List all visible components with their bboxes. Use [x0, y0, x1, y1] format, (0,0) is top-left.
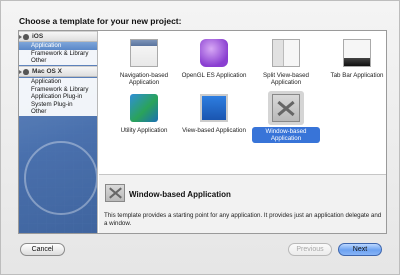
category-sidebar: iOS Application Framework & Library Othe… [19, 31, 98, 233]
window-icon [105, 184, 125, 202]
category-item-mac-other[interactable]: Other [19, 108, 97, 116]
template-label: Utility Application [120, 127, 168, 134]
section-label: iOS [32, 33, 44, 40]
category-item-ios-framework[interactable]: Framework & Library [19, 50, 97, 58]
section-label: Mac OS X [32, 68, 62, 75]
template-label: View-based Application [182, 127, 246, 134]
next-button[interactable]: Next [338, 243, 382, 256]
macos-category-list: Application Framework & Library Applicat… [19, 78, 97, 116]
split-view-icon [272, 39, 300, 67]
template-label: OpenGL ES Application [181, 72, 247, 79]
cancel-button[interactable]: Cancel [20, 243, 65, 256]
section-header-ios[interactable]: iOS [19, 31, 97, 42]
disclosure-triangle-icon[interactable] [19, 70, 22, 74]
category-item-mac-app-plugin[interactable]: Application Plug-in [19, 93, 97, 101]
window-icon [272, 94, 300, 122]
description-text: This template provides a starting point … [104, 212, 382, 227]
ios-category-list: Application Framework & Library Other [19, 42, 97, 65]
apple-icon [23, 34, 29, 40]
previous-button[interactable]: Previous [288, 243, 332, 256]
category-item-mac-framework[interactable]: Framework & Library [19, 86, 97, 94]
description-title: Window-based Application [129, 190, 231, 199]
category-item-mac-application[interactable]: Application [19, 78, 97, 86]
template-label: Window-based Application [252, 127, 320, 143]
template-description-pane: Window-based Application This template p… [99, 174, 386, 233]
section-header-macos[interactable]: Mac OS X [19, 66, 97, 77]
apple-icon [23, 69, 29, 75]
opengl-cube-icon [200, 39, 228, 67]
template-browser: iOS Application Framework & Library Othe… [18, 30, 387, 234]
disclosure-triangle-icon[interactable] [19, 35, 22, 39]
category-item-mac-system-plugin[interactable]: System Plug-in [19, 101, 97, 109]
category-item-ios-application[interactable]: Application [19, 42, 97, 50]
utility-icon [130, 94, 158, 122]
template-label: Split View-based Application [263, 72, 309, 86]
category-item-ios-other[interactable]: Other [19, 57, 97, 65]
dialog-title: Choose a template for your new project: [19, 16, 182, 26]
template-label: Navigation-based Application [119, 72, 169, 86]
tab-bar-icon [343, 39, 371, 67]
view-icon [200, 94, 228, 122]
template-grid: Navigation-based Application OpenGL ES A… [99, 31, 386, 173]
template-label: Tab Bar Application [330, 72, 384, 79]
navigation-icon [130, 39, 158, 67]
template-chooser-sheet: Choose a template for your new project: … [0, 0, 400, 275]
